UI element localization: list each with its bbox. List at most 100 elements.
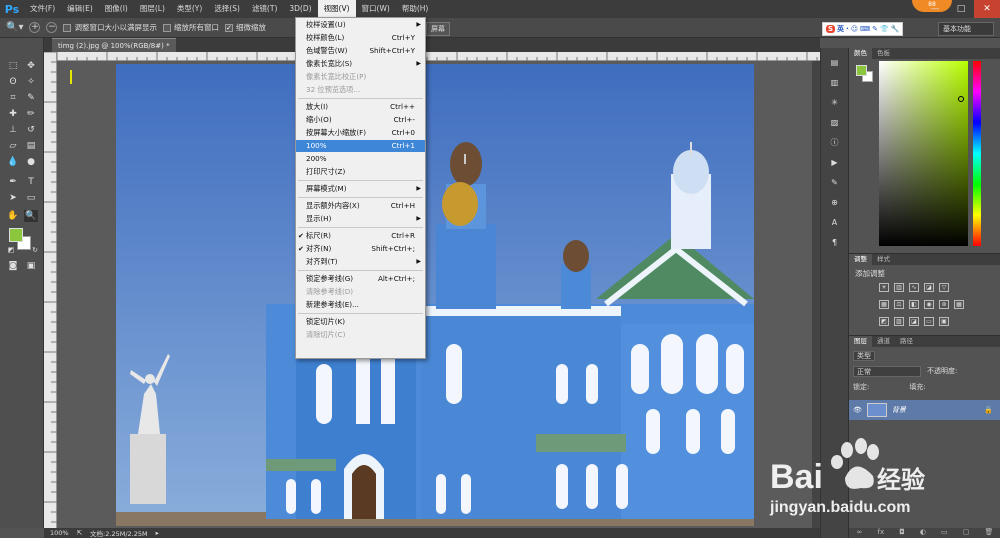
posterize-icon[interactable]: ▨ — [894, 317, 904, 326]
zoom-level[interactable]: 100% — [50, 529, 69, 537]
zoom-all-windows-checkbox[interactable]: 缩放所有窗口 — [162, 22, 219, 33]
histogram-icon[interactable]: ▨ — [829, 118, 841, 128]
view-menu-item[interactable]: 打印尺寸(Z) — [296, 166, 425, 178]
eraser-tool-icon[interactable]: ▱ — [6, 140, 20, 152]
shape-tool-icon[interactable]: ▭ — [24, 192, 38, 204]
levels-icon[interactable]: ▥ — [894, 283, 904, 292]
menu-3d[interactable]: 3D(D) — [283, 0, 317, 18]
view-menu-item[interactable]: 对齐(N) ✔ Shift+Ctrl+; — [296, 243, 425, 255]
stamp-tool-icon[interactable]: ⊥ — [6, 124, 20, 136]
properties-panel-icon[interactable]: ▥ — [829, 78, 841, 88]
brush-presets-icon[interactable]: ✎ — [829, 178, 841, 188]
type-tool-icon[interactable]: T — [24, 176, 38, 188]
gradient-map-icon[interactable]: ▭ — [924, 317, 934, 326]
tab-layers[interactable]: 图层 — [849, 336, 872, 347]
view-menu-item[interactable]: 按屏幕大小缩放(F) Ctrl+0 — [296, 127, 425, 139]
path-select-icon[interactable]: ➤ — [6, 192, 20, 204]
screen-mode-icon[interactable]: ▣ — [24, 260, 38, 272]
menu-edit[interactable]: 编辑(E) — [61, 0, 99, 18]
channel-mixer-icon[interactable]: ⊛ — [939, 300, 949, 309]
horizontal-ruler[interactable] — [57, 52, 820, 61]
view-menu-item[interactable]: 校样设置(U) ▶ — [296, 19, 425, 31]
brightness-icon[interactable]: ☀ — [879, 283, 889, 292]
menu-filter[interactable]: 滤镜(T) — [246, 0, 283, 18]
navigator-panel-icon[interactable]: ✳ — [829, 98, 841, 108]
layer-background[interactable]: 👁 背景 🔒 — [849, 400, 1000, 420]
view-menu-item[interactable]: 100% Ctrl+1 — [296, 140, 425, 152]
maximize-button[interactable]: □ — [948, 0, 974, 18]
menu-layer[interactable]: 图层(L) — [134, 0, 171, 18]
ime-toolbar[interactable]: S 英 · ☺ ⌨ ✎ 👕 🔧 — [822, 22, 904, 36]
brush-tool-icon[interactable]: ✏ — [24, 108, 38, 120]
view-menu-item[interactable]: 校样颜色(L) Ctrl+Y — [296, 32, 425, 44]
crop-tool-icon[interactable]: ⌗ — [6, 92, 20, 104]
history-panel-icon[interactable]: ▤ — [829, 58, 841, 68]
character-panel-icon[interactable]: A — [829, 218, 841, 228]
ime-dot[interactable]: · — [846, 25, 849, 33]
magic-wand-icon[interactable]: ✧ — [24, 76, 38, 88]
hand-tool-icon[interactable]: ✋ — [6, 210, 20, 222]
color-lookup-icon[interactable]: ▦ — [954, 300, 964, 309]
hue-slider[interactable] — [973, 61, 981, 246]
new-layer-icon[interactable]: ▢ — [963, 528, 970, 538]
view-menu-item[interactable]: 200% — [296, 153, 425, 165]
tab-channels[interactable]: 通道 — [872, 336, 895, 347]
info-panel-icon[interactable]: ⓘ — [829, 138, 841, 148]
visibility-eye-icon[interactable]: 👁 — [853, 406, 862, 414]
ime-emoji-icon[interactable]: ☺ — [851, 25, 858, 33]
view-menu-item[interactable]: 标尺(R) ✔ Ctrl+R — [296, 230, 425, 242]
fill-screen-button[interactable]: 屏幕 — [426, 22, 450, 36]
tab-color[interactable]: 颜色 — [849, 48, 872, 59]
zoom-in-icon[interactable]: + — [29, 22, 41, 33]
view-menu-item[interactable]: 放大(I) Ctrl++ — [296, 101, 425, 113]
vertical-ruler[interactable] — [44, 52, 57, 528]
ime-pen-icon[interactable]: ✎ — [872, 25, 878, 33]
menu-help[interactable]: 帮助(H) — [396, 0, 435, 18]
menu-view[interactable]: 视图(V) — [317, 0, 356, 18]
black-white-icon[interactable]: ◧ — [909, 300, 919, 309]
foreground-color-swatch[interactable] — [9, 228, 23, 242]
document-image[interactable] — [116, 64, 754, 526]
minimize-button[interactable]: — — [922, 0, 948, 18]
curves-icon[interactable]: ∿ — [909, 283, 919, 292]
color-picker-cursor[interactable] — [958, 96, 964, 102]
paragraph-panel-icon[interactable]: ¶ — [829, 238, 841, 248]
move-tool-icon[interactable]: ✥ — [24, 60, 38, 72]
view-menu-item[interactable]: 显示(H) ▶ — [296, 213, 425, 225]
selective-color-icon[interactable]: ▣ — [939, 317, 949, 326]
view-menu-item[interactable]: 屏幕模式(M) ▶ — [296, 183, 425, 195]
default-colors-icon[interactable]: ◩ — [4, 244, 18, 256]
view-menu-item[interactable]: 像素长宽比(S) ▶ — [296, 58, 425, 70]
blur-tool-icon[interactable]: 💧 — [6, 156, 20, 168]
tab-adjustments[interactable]: 调整 — [849, 254, 872, 265]
quick-mask-icon[interactable]: ◙ — [6, 260, 20, 272]
menu-image[interactable]: 图像(I) — [99, 0, 134, 18]
zoom-tool-icon[interactable]: 🔍 — [24, 210, 38, 222]
status-arrow-icon[interactable]: ▸ — [156, 529, 159, 537]
threshold-icon[interactable]: ◪ — [909, 317, 919, 326]
view-menu-item[interactable]: 新建参考线(E)... — [296, 299, 425, 311]
view-menu-item[interactable]: 锁定切片(K) — [296, 316, 425, 328]
photo-filter-icon[interactable]: ◉ — [924, 300, 934, 309]
view-menu-item[interactable]: 显示额外内容(X) Ctrl+H — [296, 200, 425, 212]
vibrance-icon[interactable]: ▽ — [939, 283, 949, 292]
zoom-out-icon[interactable]: − — [46, 22, 58, 33]
invert-icon[interactable]: ◩ — [879, 317, 889, 326]
share-icon[interactable]: ⇱ — [77, 529, 82, 537]
color-picker-field[interactable] — [879, 61, 968, 246]
ime-keyboard-icon[interactable]: ⌨ — [860, 25, 870, 33]
clone-source-icon[interactable]: ⊕ — [829, 198, 841, 208]
zoom-tool-icon[interactable]: 🔍▾ — [6, 22, 23, 33]
tab-styles[interactable]: 样式 — [872, 254, 895, 265]
eyedropper-icon[interactable]: ✎ — [24, 92, 38, 104]
view-menu-item[interactable]: 锁定参考线(G) Alt+Ctrl+; — [296, 273, 425, 285]
resize-windows-checkbox[interactable]: 调整窗口大小以满屏显示 — [63, 22, 157, 33]
history-brush-icon[interactable]: ↺ — [24, 124, 38, 136]
dodge-tool-icon[interactable]: ● — [24, 156, 38, 168]
menu-file[interactable]: 文件(F) — [24, 0, 61, 18]
folder-icon[interactable]: ▭ — [941, 528, 948, 538]
gradient-tool-icon[interactable]: ▤ — [24, 140, 38, 152]
layer-name[interactable]: 背景 — [892, 405, 906, 415]
color-panel-foreground[interactable] — [856, 65, 867, 76]
scrubby-zoom-checkbox[interactable]: ✓ 细微缩放 — [224, 22, 266, 33]
